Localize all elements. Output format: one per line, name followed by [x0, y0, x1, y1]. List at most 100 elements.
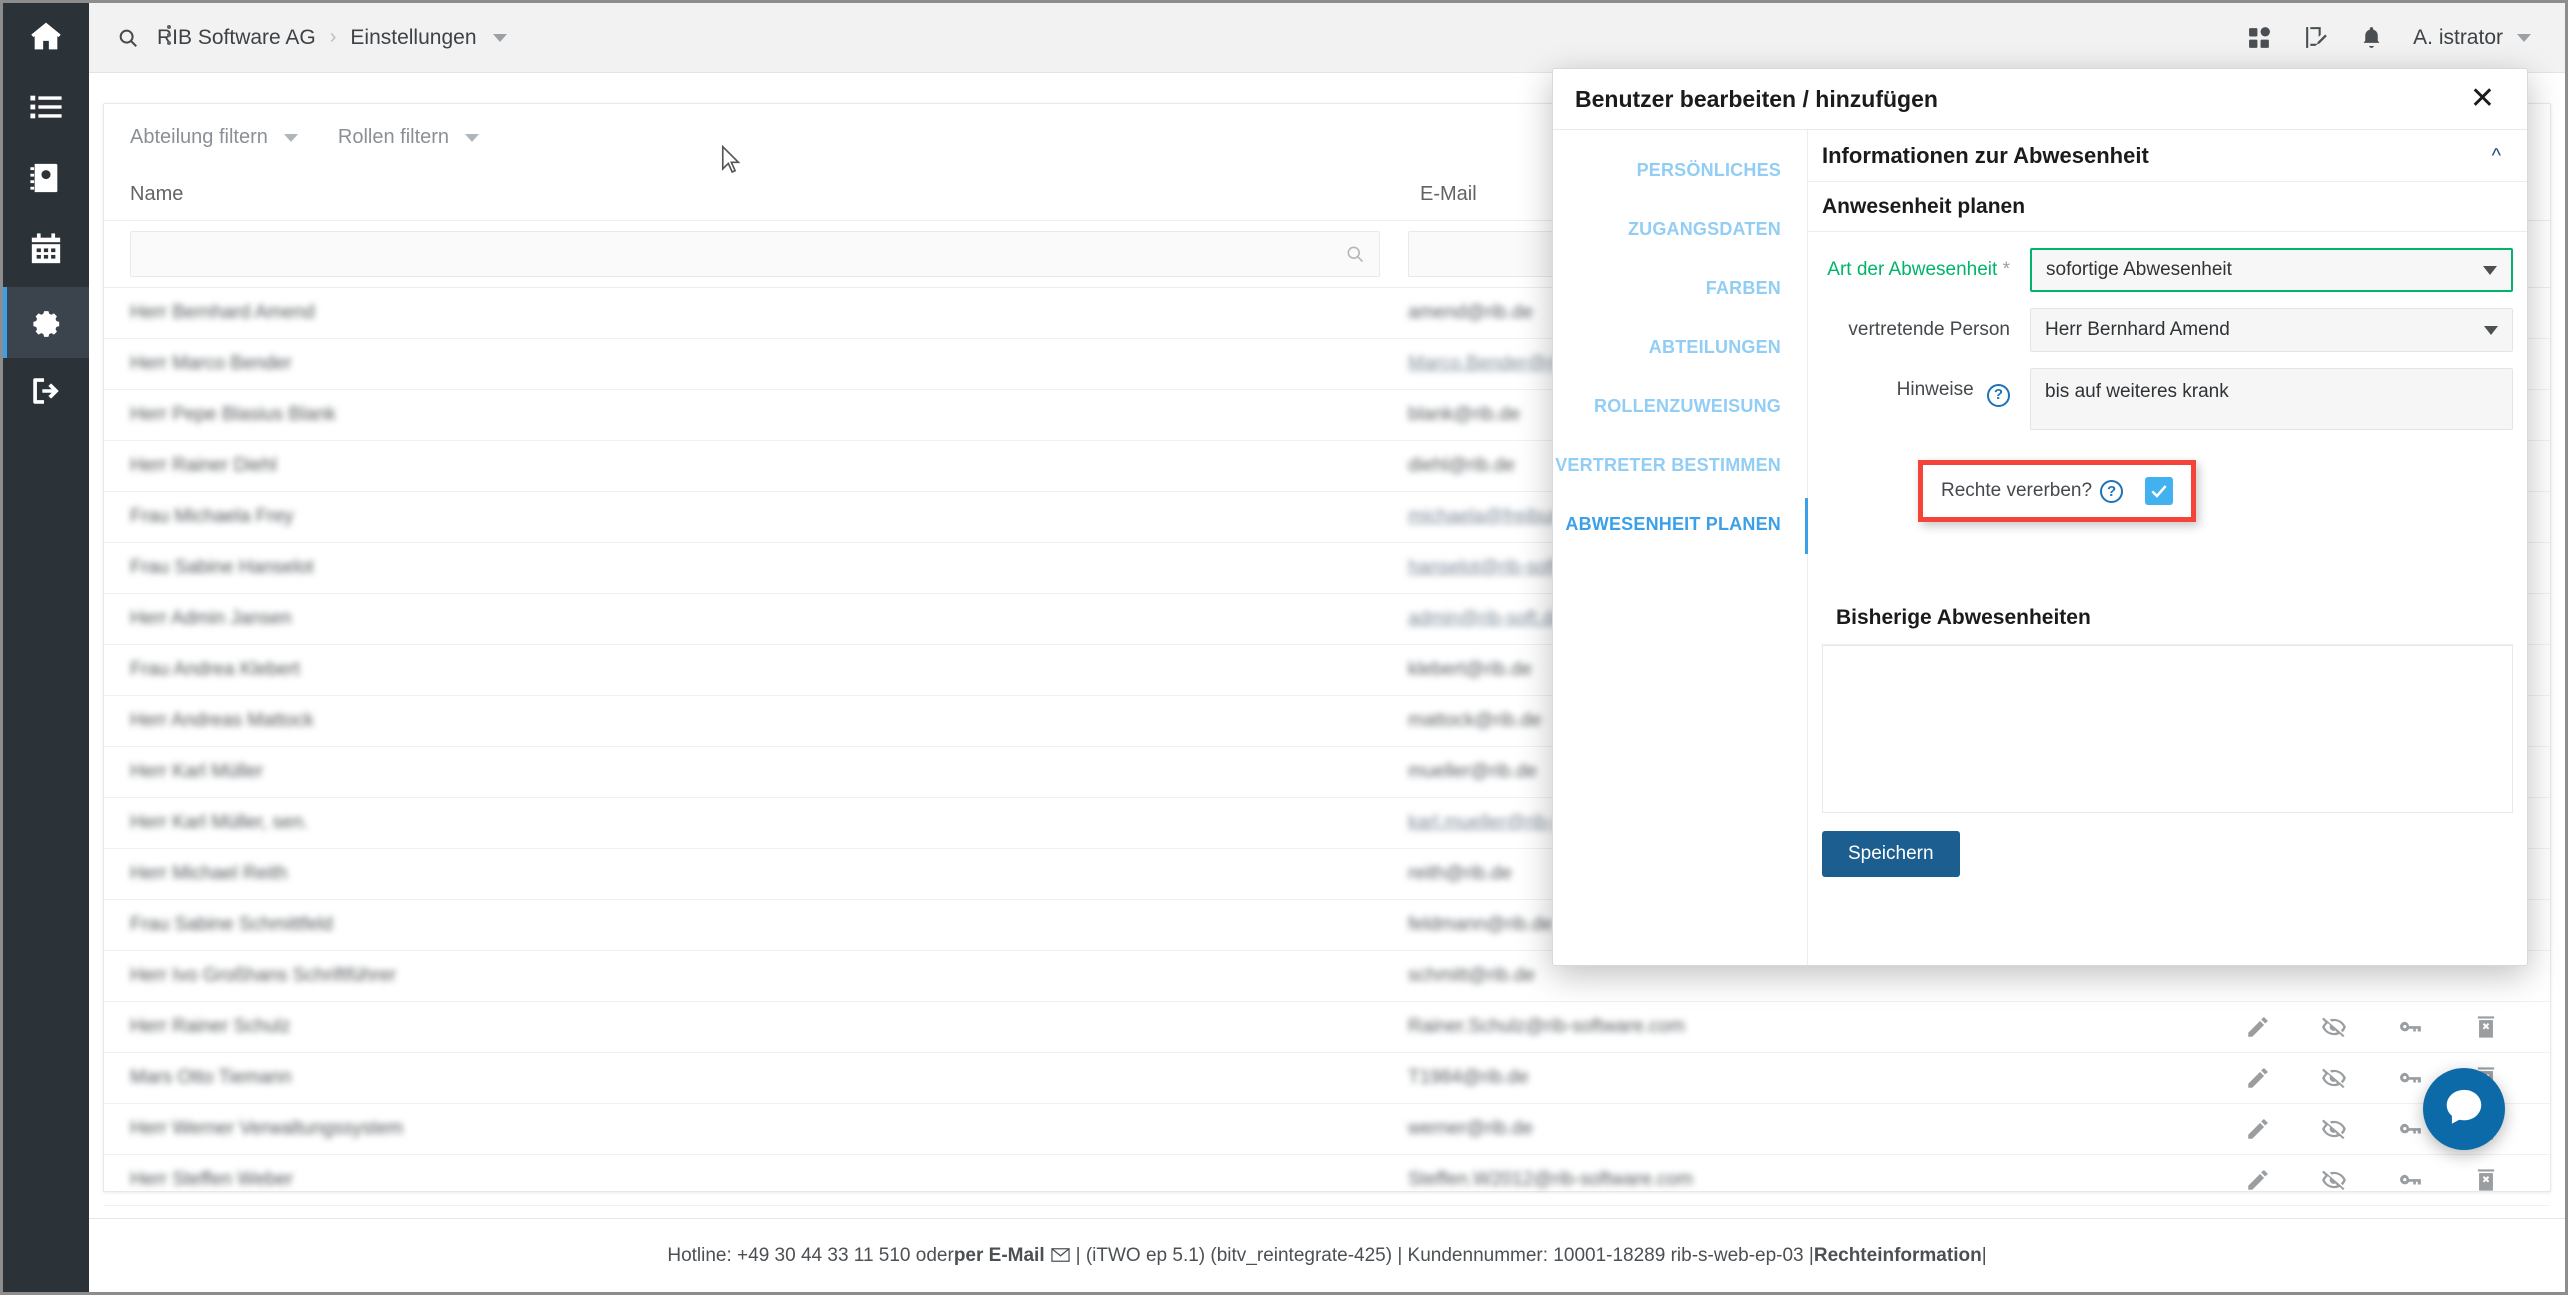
inherit-rights-highlight: Rechte vererben? ?	[1918, 460, 2197, 522]
save-button[interactable]: Speichern	[1822, 831, 1960, 877]
eye-off-icon	[2322, 1170, 2346, 1191]
table-row[interactable]: Herr Steffen Weber Steffen.W2012@rib-soft…	[104, 1154, 2550, 1206]
edit-user-button[interactable]	[2220, 1116, 2296, 1142]
user-name-redacted: Mars Otto Tiemann	[130, 1067, 292, 1088]
cell-email: Rainer.Schulz@rib-software.com	[1394, 1001, 2220, 1053]
user-email-redacted: Rainer.Schulz@rib-software.com	[1408, 1016, 1685, 1037]
history-list	[1822, 645, 2513, 813]
tab-farben[interactable]: FARBEN	[1553, 278, 1807, 299]
app-menu-icon[interactable]	[159, 11, 179, 59]
tab-abteilungen[interactable]: ABTEILUNGEN	[1553, 337, 1807, 358]
user-name-redacted: Herr Karl Müller, sen.	[130, 812, 309, 833]
absence-panel: Informationen zur Abwesenheit ^ Anwesenh…	[1808, 130, 2527, 965]
filter-department[interactable]: Abteilung filtern	[130, 126, 298, 149]
user-name-redacted: Herr Andreas Mattock	[130, 710, 314, 731]
cell-name: Herr Andreas Mattock	[104, 695, 1394, 747]
search-icon[interactable]	[115, 25, 141, 51]
dialog-body: PERSÖNLICHES ZUGANGSDATEN FARBEN ABTEILUNGE…	[1553, 129, 2527, 965]
sidebar-item-home[interactable]	[3, 3, 89, 74]
breadcrumb-separator: ›	[329, 26, 337, 48]
help-icon[interactable]: ?	[1987, 383, 2010, 407]
cell-email: T1984@rib.de	[1394, 1052, 2220, 1104]
user-email-redacted: blank@rib.de	[1408, 404, 1521, 425]
key-icon	[2400, 1072, 2421, 1083]
deputy-select[interactable]: Herr Bernhard Amend	[2030, 308, 2513, 352]
gear-icon	[29, 303, 63, 342]
close-icon[interactable]: ✕	[2464, 80, 2501, 118]
sidebar	[3, 3, 89, 1292]
user-name-redacted: Herr Michael Reith	[130, 863, 288, 884]
filter-roles[interactable]: Rollen filtern	[338, 126, 480, 149]
tab-vertreter-bestimmen[interactable]: VERTRETER BESTIMMEN	[1553, 455, 1807, 476]
reset-password-button[interactable]	[2372, 1014, 2448, 1040]
user-email-redacted: amend@rib.de	[1408, 302, 1533, 323]
dialog-header: Benutzer bearbeiten / hinzufügen ✕	[1553, 69, 2527, 129]
hide-user-button[interactable]	[2296, 1065, 2372, 1091]
hide-user-button[interactable]	[2296, 1116, 2372, 1142]
edit-user-button[interactable]	[2220, 1167, 2296, 1193]
bell-icon[interactable]	[2357, 24, 2385, 52]
tab-rollenzuweisung[interactable]: ROLLENZUWEISUNG	[1553, 396, 1807, 417]
chevron-down-icon[interactable]	[2517, 33, 2531, 42]
delete-user-button[interactable]	[2448, 1014, 2524, 1040]
notes-label-text: Hinweise	[1896, 379, 1974, 400]
hide-user-button[interactable]	[2296, 1014, 2372, 1040]
hide-user-button[interactable]	[2296, 1167, 2372, 1193]
breadcrumb-current[interactable]: Einstellungen	[350, 26, 476, 50]
app-root: RIB Software AG › Einstellungen A. istra…	[0, 0, 2568, 1295]
cell-name: Herr Bernhard Amend	[104, 287, 1394, 339]
table-row[interactable]: Herr Werner Verwaltungssystem werner@rib.…	[104, 1103, 2550, 1155]
column-header-name: Name	[104, 183, 1394, 221]
chevron-up-icon[interactable]: ^	[2492, 146, 2501, 166]
help-icon[interactable]: ?	[2100, 479, 2124, 503]
user-name-redacted: Herr Rainer Diehl	[130, 455, 277, 476]
footer-email-link[interactable]: per E-Mail	[954, 1245, 1045, 1267]
notes-textarea[interactable]: bis auf weiteres krank	[2030, 368, 2513, 430]
panel-header: Informationen zur Abwesenheit ^	[1808, 130, 2527, 182]
sidebar-item-list[interactable]	[3, 74, 89, 145]
absence-type-select[interactable]: sofortige Abwesenheit	[2030, 248, 2513, 292]
absence-type-label-text: Art der Abwesenheit	[1827, 259, 1998, 280]
chevron-down-icon[interactable]	[2484, 325, 2498, 335]
table-row[interactable]: Herr Rainer Schulz Rainer.Schulz@rib-soft…	[104, 1001, 2550, 1053]
chevron-down-icon[interactable]	[465, 133, 480, 142]
edit-document-icon[interactable]	[2301, 24, 2329, 52]
sidebar-item-calendar[interactable]	[3, 216, 89, 287]
edit-user-button[interactable]	[2220, 1065, 2296, 1091]
footer-hotline: Hotline: +49 30 44 33 11 510 oder	[667, 1244, 954, 1266]
chevron-down-icon[interactable]	[492, 33, 507, 42]
chevron-down-icon[interactable]	[2483, 265, 2497, 275]
user-email-redacted: mattock@rib.de	[1408, 710, 1542, 731]
user-name-redacted: Herr Steffen Weber	[130, 1169, 293, 1190]
apps-icon[interactable]	[2245, 24, 2273, 52]
inherit-rights-checkbox[interactable]	[2145, 477, 2174, 505]
tab-persoenliches[interactable]: PERSÖNLICHES	[1553, 160, 1807, 181]
user-name-redacted: Frau Andrea Klebert	[130, 659, 301, 680]
footer-suffix: |	[1981, 1244, 1987, 1266]
reset-password-button[interactable]	[2372, 1167, 2448, 1193]
footer-legal-link[interactable]: Rechteinformation	[1814, 1245, 1982, 1267]
name-search-box[interactable]	[130, 231, 1380, 277]
cell-name: Frau Michaela Frey	[104, 491, 1394, 543]
dialog-title: Benutzer bearbeiten / hinzufügen	[1575, 85, 1938, 112]
tab-abwesenheit-planen[interactable]: ABWESENHEIT PLANEN	[1553, 498, 1808, 554]
chevron-down-icon[interactable]	[283, 133, 298, 142]
sidebar-item-settings[interactable]	[3, 287, 89, 358]
user-email-redacted[interactable]: admin@rib-soft.de	[1408, 608, 1564, 630]
sidebar-item-contacts[interactable]	[3, 145, 89, 216]
chat-widget-button[interactable]	[2423, 1068, 2505, 1150]
name-search-input[interactable]	[145, 243, 1345, 265]
user-name-redacted: Herr Bernhard Amend	[130, 302, 315, 323]
cell-name: Herr Karl Müller, sen.	[104, 797, 1394, 849]
history-title: Bisherige Abwesenheiten	[1822, 606, 2513, 645]
breadcrumb-root[interactable]: RIB Software AG	[157, 26, 316, 50]
footer: Hotline: +49 30 44 33 11 510 oder per E-…	[89, 1218, 2565, 1292]
tab-zugangsdaten[interactable]: ZUGANGSDATEN	[1553, 219, 1807, 240]
user-email-redacted: Steffen.W2012@rib-software.com	[1408, 1169, 1694, 1190]
delete-user-button[interactable]	[2448, 1167, 2524, 1193]
user-menu[interactable]: A. istrator	[2413, 26, 2531, 50]
edit-user-button[interactable]	[2220, 1014, 2296, 1040]
sidebar-item-logout[interactable]	[3, 358, 89, 429]
table-row[interactable]: Mars Otto Tiemann T1984@rib.de	[104, 1052, 2550, 1104]
row-action-group	[2220, 1167, 2550, 1193]
